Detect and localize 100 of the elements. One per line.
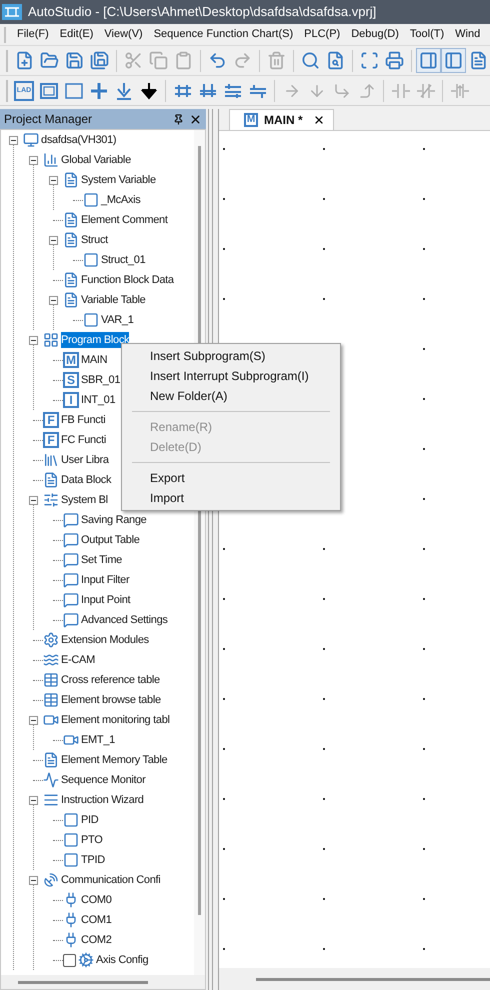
blank-page-icon <box>63 812 79 828</box>
collapse-toggle[interactable] <box>29 496 38 504</box>
wave-icon <box>43 772 59 788</box>
tree-item[interactable]: COM1 <box>81 912 112 928</box>
tree-item[interactable]: TPID <box>81 852 105 868</box>
satellite-dish-icon <box>43 872 59 888</box>
tree-item[interactable]: Input Point <box>81 592 130 608</box>
tree-item[interactable]: Element monitoring tabl <box>61 712 170 728</box>
scrollbar-thumb[interactable] <box>18 980 148 984</box>
collapse-toggle[interactable] <box>49 296 58 304</box>
tree-item[interactable]: Cross reference table <box>61 672 160 688</box>
fit-screen-icon <box>360 51 379 70</box>
tree-item[interactable]: FC Functi <box>61 432 106 448</box>
close-icon[interactable] <box>312 114 325 126</box>
tree-item[interactable]: Instruction Wizard <box>61 792 144 808</box>
collapse-toggle[interactable] <box>29 876 38 884</box>
menu-item[interactable]: New Folder(A) <box>122 386 340 406</box>
tree-item[interactable]: PTO <box>81 832 103 848</box>
tree-item[interactable]: Program Block <box>61 332 130 348</box>
redo-icon <box>233 51 252 70</box>
tree-item[interactable]: COM2 <box>81 932 112 948</box>
menu-item[interactable]: View(V) <box>104 26 143 43</box>
new-file-icon <box>15 51 34 70</box>
menu-item[interactable]: Insert Subprogram(S) <box>122 346 340 366</box>
menu-item[interactable]: Debug(D) <box>351 26 399 43</box>
tree-item[interactable]: Element Memory Table <box>61 752 168 768</box>
tree-item[interactable]: Sequence Monitor <box>61 772 146 788</box>
letter-icon: F <box>43 412 59 428</box>
tree-item[interactable]: Global Variable <box>61 152 131 168</box>
menu-item[interactable]: Insert Interrupt Subprogram(I) <box>122 366 340 386</box>
menu-item[interactable]: Export <box>122 468 340 488</box>
app-logo-icon <box>2 4 22 20</box>
letter-icon: M <box>63 352 79 368</box>
comment-icon <box>63 512 79 528</box>
collapse-toggle[interactable] <box>29 336 38 344</box>
menu-item[interactable]: Wind <box>455 26 480 43</box>
tree-item[interactable]: Extension Modules <box>61 632 149 648</box>
checkbox[interactable] <box>63 954 76 966</box>
panel-icon <box>444 51 463 70</box>
collapse-toggle[interactable] <box>29 156 38 164</box>
tree-item[interactable]: dsafdsa(VH301) <box>41 132 116 148</box>
collapse-toggle[interactable] <box>29 716 38 724</box>
tree-item[interactable]: Communication Confi <box>61 872 160 888</box>
tree-item[interactable]: SBR_01 <box>81 372 120 388</box>
clipboard-icon <box>174 51 193 70</box>
window-title: AutoStudio - [C:\Users\Ahmet\Desktop\dsafdsa\dsafdsa.vprj] <box>28 3 376 22</box>
pin-icon[interactable] <box>173 114 184 124</box>
tree-item[interactable]: Struct <box>81 232 108 248</box>
tree-item[interactable]: VAR_1 <box>101 312 134 328</box>
tab-label: MAIN * <box>264 112 303 129</box>
menu-item[interactable]: Import <box>122 488 340 508</box>
close-icon[interactable] <box>189 112 202 126</box>
tree-item[interactable]: MAIN <box>81 352 108 368</box>
collapse-toggle[interactable] <box>9 136 18 144</box>
tree-item[interactable]: Input Filter <box>81 572 130 588</box>
letter-icon: M <box>244 113 258 127</box>
collapse-toggle[interactable] <box>29 796 38 804</box>
tree-item[interactable]: Output Table <box>81 532 140 548</box>
tree-item[interactable]: System Variable <box>81 172 156 188</box>
tree-item[interactable]: Element browse table <box>61 692 161 708</box>
collapse-toggle[interactable] <box>49 236 58 244</box>
tree-item[interactable]: PID <box>81 812 98 828</box>
tree-item[interactable]: E-CAM <box>61 652 95 668</box>
tree-item[interactable]: Function Block Data <box>81 272 174 288</box>
bar-chart-icon <box>43 152 59 168</box>
menu-item[interactable]: Edit(E) <box>60 26 94 43</box>
tree-item[interactable]: COM0 <box>81 892 112 908</box>
tree-item[interactable]: Data Block <box>61 472 112 488</box>
tree-item[interactable]: INT_01 <box>81 392 116 408</box>
tree-item[interactable]: EMT_1 <box>81 732 115 748</box>
tree-item[interactable]: Element Comment <box>81 212 168 228</box>
search-icon <box>301 51 320 70</box>
menu-item[interactable]: Sequence Function Chart(S) <box>154 26 294 43</box>
file-search-icon <box>326 51 345 70</box>
collapse-toggle[interactable] <box>49 176 58 184</box>
tree-item[interactable]: Advanced Settings <box>81 612 168 628</box>
scrollbar-thumb[interactable] <box>256 978 490 980</box>
menu-item[interactable]: File(F) <box>17 26 49 43</box>
tree-item[interactable]: Variable Table <box>81 292 146 308</box>
tree-item[interactable]: User Libra <box>61 452 109 468</box>
tree-item[interactable]: Set Time <box>81 552 122 568</box>
menu-item[interactable]: Tool(T) <box>410 26 444 43</box>
scissors-icon <box>124 51 143 70</box>
tree-item[interactable]: Struct_01 <box>101 252 146 268</box>
document-icon <box>63 172 79 188</box>
editor-tab[interactable]: M MAIN * <box>229 109 334 130</box>
undo-icon <box>208 51 227 70</box>
document-icon <box>63 292 79 308</box>
blank-page-icon <box>83 252 99 268</box>
tree-item[interactable]: Axis Config <box>96 952 148 968</box>
tree-item[interactable]: _McAxis <box>101 192 140 208</box>
document-icon <box>63 272 79 288</box>
comment-icon <box>63 532 79 548</box>
menu-item[interactable]: PLC(P) <box>304 26 340 43</box>
tree-item[interactable]: FB Functi <box>61 412 106 428</box>
tree-item[interactable]: System Bl <box>61 492 108 508</box>
tree-item[interactable]: Saving Range <box>81 512 147 528</box>
printer-icon <box>385 51 404 70</box>
monitor-icon <box>23 132 39 148</box>
blank-page-icon <box>83 192 99 208</box>
